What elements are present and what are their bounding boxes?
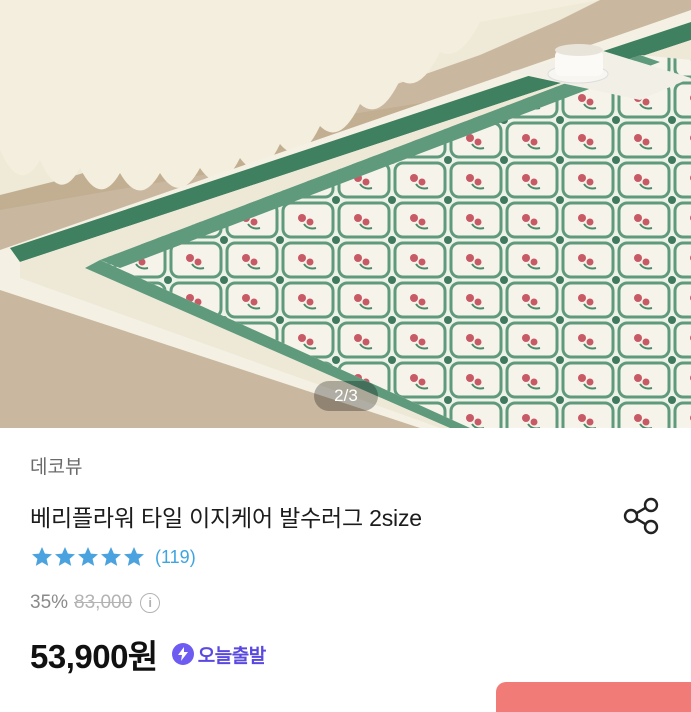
original-price: 83,000 [74, 592, 133, 613]
discount-row: 35% 83,000 i [30, 592, 161, 614]
product-title: 베리플라워 타일 이지케어 발수러그 2size [30, 505, 422, 531]
brand-name[interactable]: 데코뷰 [30, 452, 82, 479]
today-shipping-label: 오늘출발 [197, 645, 266, 667]
discount-rate: 35% [30, 592, 69, 613]
share-icon [623, 497, 659, 535]
star-icon [101, 547, 121, 566]
image-page-indicator: 2/3 [314, 381, 378, 411]
product-photo [0, 0, 691, 428]
bolt-icon [171, 643, 194, 665]
product-image-carousel[interactable]: 2/3 [0, 0, 691, 428]
today-shipping-badge: 오늘출발 [171, 640, 266, 668]
star-icon [78, 547, 98, 566]
star-icon [55, 547, 75, 566]
review-count[interactable]: (119) [155, 547, 196, 568]
price-row: 53,900원 오늘출발 [30, 630, 266, 678]
sale-price: 53,900원 [30, 638, 158, 675]
info-icon[interactable]: i [140, 593, 161, 613]
star-icon [124, 547, 144, 566]
rating-row[interactable]: (119) [30, 544, 196, 570]
star-icon [32, 547, 52, 566]
share-button[interactable] [620, 494, 664, 538]
purchase-button[interactable] [496, 682, 691, 712]
